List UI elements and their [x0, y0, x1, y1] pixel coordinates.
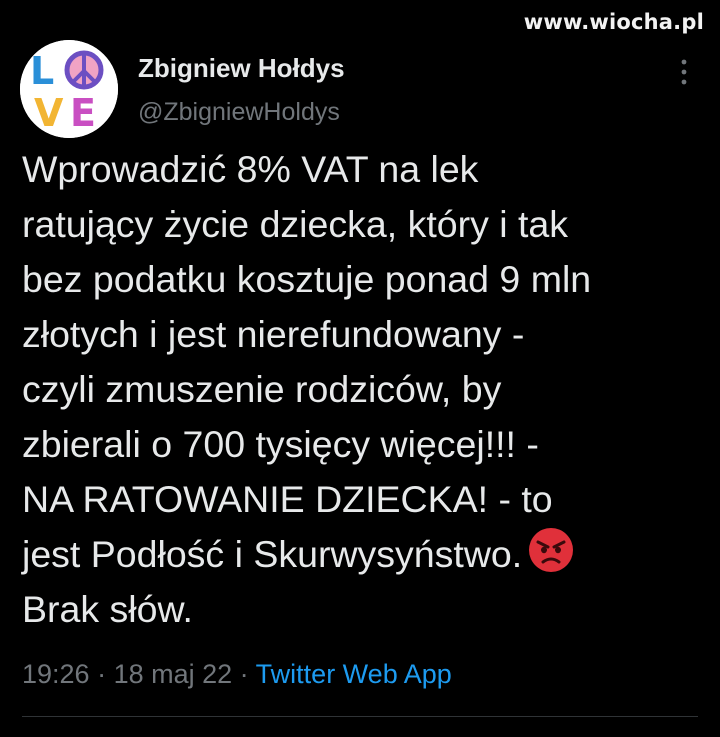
avatar-love-image: L V E — [20, 40, 118, 138]
tweet-time[interactable]: 19:26 — [22, 659, 90, 689]
author-handle[interactable]: @ZbigniewHoldys — [138, 98, 340, 127]
avatar-letter-l: L — [30, 49, 54, 93]
tweet-line: czyli zmuszenie rodziców, by — [22, 368, 502, 410]
watermark: www.wiocha.pl — [523, 10, 704, 34]
tweet-line: Wprowadzić 8% VAT na lek — [22, 148, 479, 190]
tweet-card: www.wiocha.pl L V E Zbigniew Hołdys @Zbi… — [0, 0, 720, 737]
meta-separator: · — [89, 659, 114, 689]
peace-sign-icon — [64, 50, 104, 90]
tweet-line: jest Podłość i Skurwysyństwo. — [22, 533, 523, 575]
avatar[interactable]: L V E — [20, 40, 118, 138]
angry-face-icon — [529, 528, 574, 572]
tweet-line: ratujący życie dziecka, który i tak — [22, 203, 569, 245]
tweet-meta: 19:26 · 18 maj 22 · Twitter Web App — [22, 659, 452, 690]
tweet-line: zbierali o 700 tysięcy więcej!!! - — [22, 423, 539, 465]
meta-separator: · — [232, 659, 256, 689]
tweet-date[interactable]: 18 maj 22 — [114, 659, 233, 689]
tweet-line: bez podatku kosztuje ponad 9 mln — [22, 258, 592, 300]
avatar-letter-v: V — [34, 91, 64, 135]
tweet-text: Wprowadzić 8% VAT na lek ratujący życie … — [22, 142, 712, 637]
author-display-name[interactable]: Zbigniew Hołdys — [138, 53, 345, 84]
tweet-source-link[interactable]: Twitter Web App — [256, 659, 452, 689]
more-vertical-icon[interactable] — [678, 58, 690, 86]
tweet-line: złotych i jest nierefundowany - — [22, 313, 525, 355]
tweet-line: NA RATOWANIE DZIECKA! - to — [22, 478, 553, 520]
avatar-letter-e: E — [70, 91, 96, 135]
tweet-line: Brak słów. — [22, 588, 193, 630]
divider — [22, 716, 698, 717]
